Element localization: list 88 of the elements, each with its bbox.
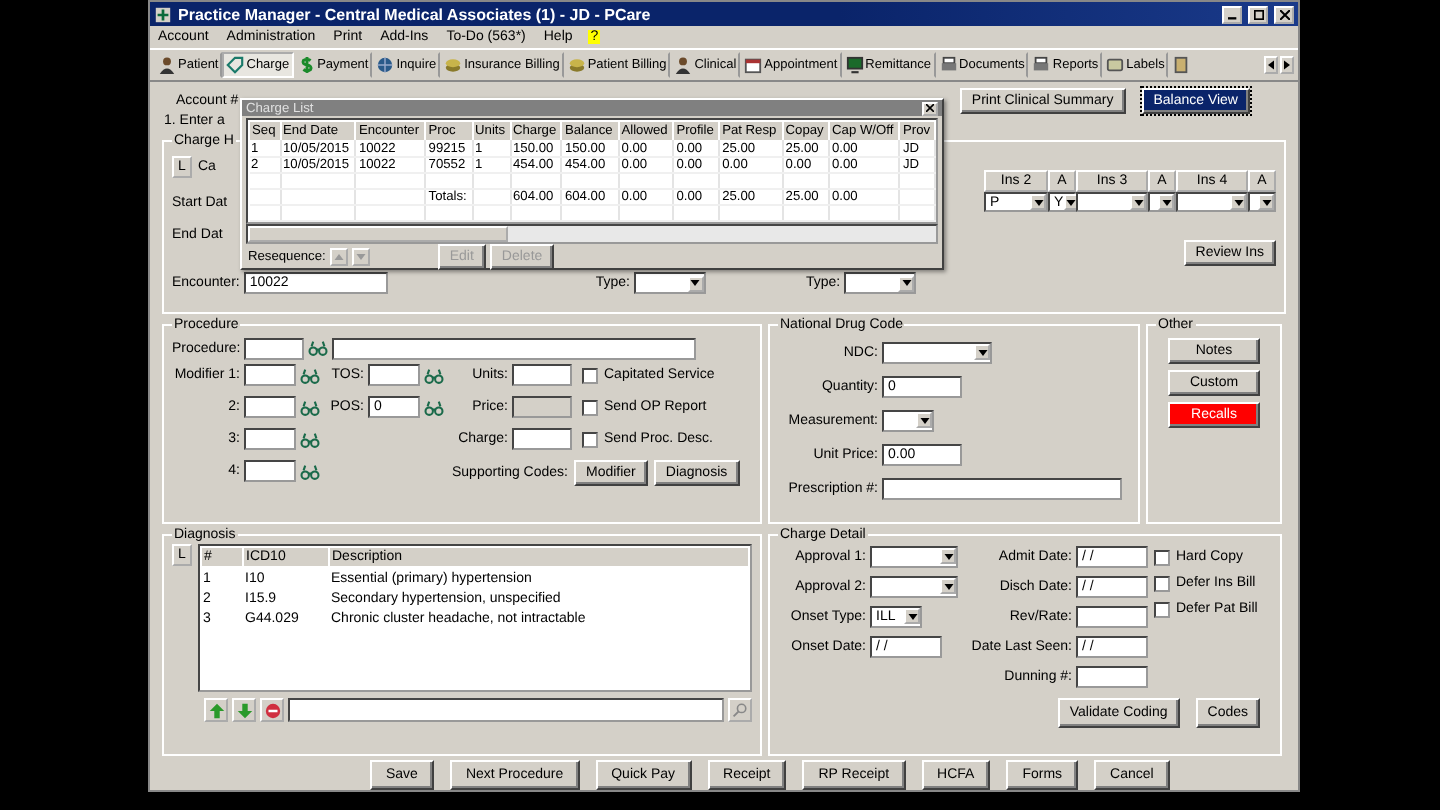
text-field[interactable] bbox=[1076, 665, 1148, 687]
tag-icon bbox=[226, 55, 245, 74]
checkbox[interactable] bbox=[1154, 575, 1170, 591]
binoculars-icon[interactable] bbox=[300, 463, 320, 479]
caret-icon bbox=[940, 578, 956, 594]
caret-icon bbox=[1230, 194, 1246, 210]
monitor-icon bbox=[845, 55, 864, 74]
checkbox[interactable] bbox=[582, 367, 598, 383]
dropdown[interactable] bbox=[1076, 192, 1148, 212]
move-down-button[interactable] bbox=[232, 698, 256, 722]
dropdown[interactable] bbox=[633, 272, 706, 294]
caret-icon bbox=[1158, 194, 1174, 210]
checkbox[interactable] bbox=[582, 399, 598, 415]
text-field[interactable] bbox=[244, 364, 296, 386]
close-icon bbox=[926, 104, 934, 112]
checkbox[interactable] bbox=[582, 431, 598, 447]
caret-icon bbox=[1258, 194, 1274, 210]
binoculars-icon[interactable] bbox=[424, 399, 444, 415]
move-up-button[interactable] bbox=[204, 698, 228, 722]
caret-icon bbox=[916, 412, 932, 428]
right-triangle-icon bbox=[1284, 59, 1290, 70]
dropdown[interactable] bbox=[882, 409, 934, 431]
printer-icon bbox=[1032, 55, 1051, 74]
dropdown[interactable] bbox=[870, 575, 958, 597]
caret-icon bbox=[687, 275, 704, 291]
text-field[interactable] bbox=[244, 396, 296, 418]
caret-icon bbox=[1063, 194, 1078, 210]
up-triangle-icon bbox=[333, 253, 344, 259]
diagnosis-search-field[interactable] bbox=[288, 698, 724, 722]
close-button[interactable] bbox=[1274, 5, 1294, 24]
minus-icon bbox=[263, 701, 281, 719]
text-field[interactable] bbox=[244, 460, 296, 482]
horizontal-scrollbar[interactable] bbox=[246, 224, 938, 244]
scroll-left-button[interactable] bbox=[1264, 55, 1278, 74]
calendar-icon bbox=[744, 55, 763, 74]
maximize-icon bbox=[1253, 9, 1263, 20]
caret-icon bbox=[1030, 194, 1046, 210]
person-icon bbox=[674, 55, 693, 74]
caret-icon bbox=[898, 275, 915, 291]
document-icon[interactable] bbox=[1172, 55, 1191, 74]
dropdown[interactable] bbox=[870, 545, 958, 567]
dropdown[interactable] bbox=[882, 341, 992, 363]
text-field[interactable] bbox=[512, 428, 572, 450]
maximize-button[interactable] bbox=[1248, 5, 1268, 24]
dollar-icon bbox=[297, 55, 316, 74]
search-button[interactable] bbox=[728, 698, 752, 722]
app-icon bbox=[154, 5, 172, 24]
globe-icon bbox=[376, 55, 395, 74]
coins-icon bbox=[444, 55, 463, 74]
dropdown[interactable] bbox=[1248, 192, 1276, 212]
down-arrow-icon bbox=[235, 701, 253, 719]
minimize-button[interactable] bbox=[1222, 5, 1242, 24]
window-title: Practice Manager - Central Medical Associates (1) - JD - PCare bbox=[178, 5, 653, 24]
close-button[interactable] bbox=[922, 101, 938, 115]
text-field[interactable] bbox=[244, 428, 296, 450]
up-arrow-icon bbox=[207, 701, 225, 719]
left-triangle-icon bbox=[1268, 59, 1274, 70]
dropdown[interactable] bbox=[1148, 192, 1176, 212]
dropdown[interactable] bbox=[844, 272, 917, 294]
scroll-right-button[interactable] bbox=[1280, 55, 1294, 74]
checkbox[interactable] bbox=[1154, 549, 1170, 565]
down-triangle-icon bbox=[355, 253, 366, 259]
move-down-button[interactable] bbox=[351, 247, 370, 265]
caret-icon bbox=[974, 344, 990, 360]
coins-icon bbox=[567, 55, 586, 74]
text-field[interactable] bbox=[512, 364, 572, 386]
checkbox[interactable] bbox=[1154, 601, 1170, 617]
binoculars-icon[interactable] bbox=[300, 431, 320, 447]
caret-icon bbox=[940, 548, 956, 564]
close-icon bbox=[1279, 9, 1289, 20]
person-icon bbox=[158, 55, 176, 74]
dropdown[interactable] bbox=[1176, 192, 1248, 212]
search-icon bbox=[732, 702, 748, 718]
binoculars-icon[interactable] bbox=[300, 399, 320, 415]
binoculars-icon[interactable] bbox=[300, 367, 320, 383]
binoculars-icon[interactable] bbox=[424, 367, 444, 383]
text-field[interactable] bbox=[368, 364, 420, 386]
printer-icon bbox=[939, 55, 958, 74]
delete-button[interactable] bbox=[260, 698, 284, 722]
text-field[interactable] bbox=[332, 337, 696, 359]
text-field[interactable] bbox=[244, 337, 304, 359]
binoculars-icon[interactable] bbox=[308, 340, 328, 356]
label-icon bbox=[1106, 55, 1125, 74]
text-field[interactable] bbox=[1076, 605, 1148, 627]
text-field[interactable] bbox=[882, 477, 1122, 499]
caret-icon bbox=[1130, 194, 1146, 210]
caret-icon bbox=[904, 608, 920, 624]
move-up-button[interactable] bbox=[329, 247, 348, 265]
